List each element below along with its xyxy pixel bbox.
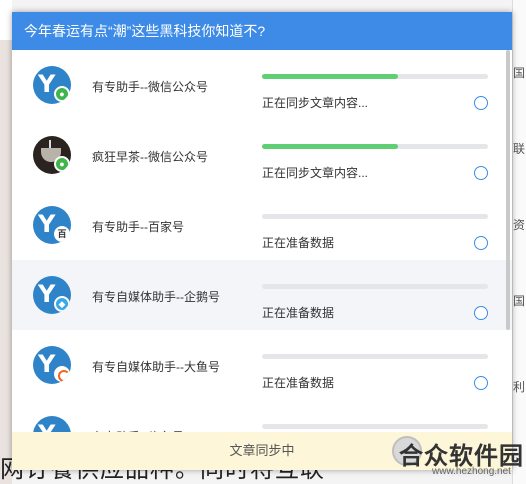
steam-icon (49, 140, 51, 148)
background-char: 国 (512, 66, 525, 80)
background-char: 联 (512, 142, 525, 156)
sync-progress-fill (262, 144, 398, 149)
list-scrollbar[interactable] (506, 50, 511, 432)
sync-status-text: 正在准备数据 (262, 306, 335, 320)
account-name: 有专助手--微信公众号 (92, 80, 208, 94)
account-avatar: Y ◆ (33, 276, 71, 314)
account-avatar: ● (33, 136, 71, 174)
sync-progress-bar (262, 74, 488, 79)
account-avatar: Y ● (33, 66, 71, 104)
sync-progress-bar (262, 354, 488, 359)
sync-progress-bar (262, 214, 488, 219)
account-avatar: Y百 (33, 206, 71, 244)
youzhuan-logo-icon: Y (38, 70, 56, 98)
account-name: 疯狂早茶--微信公众号 (92, 150, 208, 164)
account-avatar: Y (33, 346, 71, 384)
wechat-icon: ● (54, 156, 70, 172)
account-row[interactable]: Y ● 有专助手--微信公众号正在同步文章内容... (12, 50, 512, 120)
sync-status-text: 正在同步文章内容... (262, 166, 369, 180)
dialog-title: 今年春运有点“潮”这些黑科技你知道不? (12, 12, 512, 50)
sync-progress-bar (262, 144, 488, 149)
account-row[interactable]: Y有专助手--头条号 (12, 400, 512, 432)
background-char: 资 (512, 218, 525, 232)
youzhuan-logo-icon: Y (38, 210, 56, 238)
scrollbar-thumb[interactable] (506, 50, 510, 330)
account-row[interactable]: Y 百 有专助手--百家号正在准备数据 (12, 190, 512, 260)
sync-dialog: 今年春运有点“潮”这些黑科技你知道不? Y ● 有专助手--微信公众号 正在同步文章内… (12, 12, 512, 470)
baijia-icon: 百 (54, 226, 70, 242)
sync-progress-bar (262, 284, 488, 289)
watermark: 合众软件园 www.hezhong.net (392, 436, 524, 482)
background-char: 国 (512, 294, 525, 308)
account-select-radio[interactable] (474, 96, 488, 110)
background-char: 利 (512, 380, 525, 394)
account-row[interactable]: Y ◆ 有专自媒体助手--企鹅号正在准备数据 (12, 260, 512, 330)
account-select-radio[interactable] (474, 236, 488, 250)
account-select-radio[interactable] (474, 376, 488, 390)
sync-progress-fill (262, 74, 398, 79)
account-name: 有专自媒体助手--大鱼号 (92, 360, 220, 374)
sync-status-text: 正在准备数据 (262, 376, 335, 390)
youzhuan-logo-icon: Y (38, 350, 56, 378)
youzhuan-logo-icon: Y (38, 280, 56, 308)
account-row[interactable]: Y 有专自媒体助手--大鱼号正在准备数据 (12, 330, 512, 400)
wechat-icon: ● (54, 86, 70, 102)
account-list: Y ● 有专助手--微信公众号 正在同步文章内容... ● 疯狂早茶--微信公众号 正在同步… (12, 50, 512, 432)
account-name: 有专助手--百家号 (92, 220, 184, 234)
sync-status-text: 正在准备数据 (262, 236, 335, 250)
background-page-left (0, 0, 12, 484)
account-row[interactable]: ● 疯狂早茶--微信公众号正在同步文章内容... (12, 120, 512, 190)
account-name: 有专自媒体助手--企鹅号 (92, 290, 220, 304)
account-select-radio[interactable] (474, 166, 488, 180)
dayu-icon (54, 366, 70, 382)
account-avatar: Y (33, 416, 71, 432)
qie-icon: ◆ (54, 296, 70, 312)
account-select-radio[interactable] (474, 306, 488, 320)
watermark-url: www.hezhong.net (432, 466, 511, 477)
sync-progress-bar (262, 424, 488, 429)
youzhuan-logo-icon: Y (38, 419, 55, 432)
background-page-corner (0, 0, 12, 40)
sync-status-text: 正在同步文章内容... (262, 96, 369, 110)
